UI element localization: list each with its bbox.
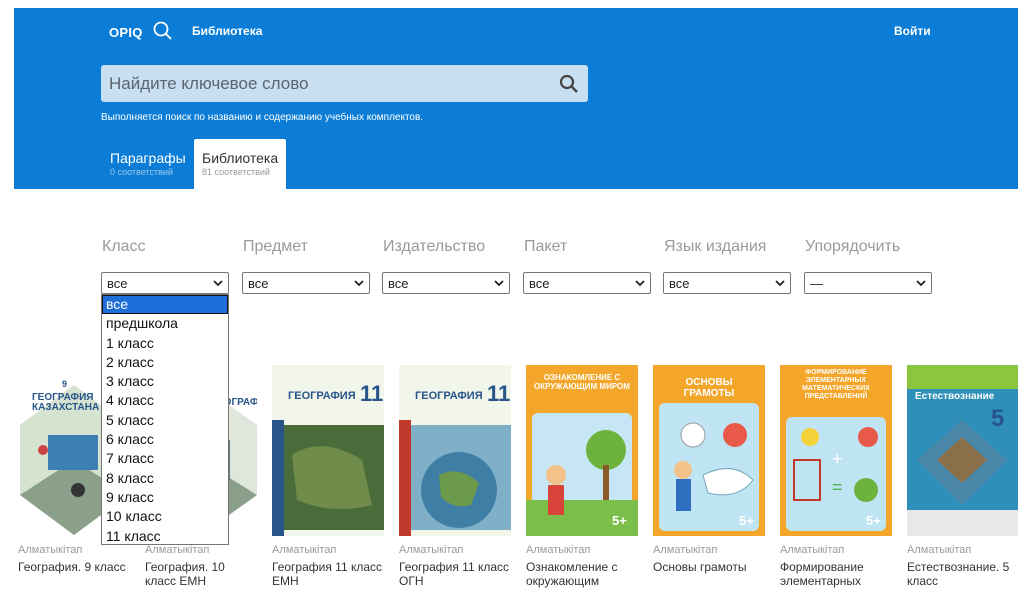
book-card[interactable]: ОЗНАКОМЛЕНИЕ С ОКРУЖАЮЩИМ МИРОМ 5+ Алмат… bbox=[526, 365, 638, 588]
filter-label-package: Пакет bbox=[524, 238, 568, 255]
filter-label-class: Класс bbox=[102, 238, 146, 255]
dropdown-option[interactable]: 9 класс bbox=[102, 488, 228, 507]
cover-badge: 5+ bbox=[612, 513, 627, 528]
book-card[interactable]: ГЕОГРАФИЯ 11 Алматыкітап География 11 кл… bbox=[399, 365, 511, 588]
dropdown-option[interactable]: все bbox=[102, 295, 228, 315]
cover-title: ОСНОВЫ ГРАМОТЫ bbox=[683, 377, 735, 399]
book-cover[interactable]: ГЕОГРАФИЯ 11 bbox=[272, 365, 384, 536]
dropdown-option[interactable]: 10 класс bbox=[102, 507, 228, 526]
sort-select[interactable]: — bbox=[804, 272, 932, 294]
book-cover[interactable]: Естествознание 5 bbox=[907, 365, 1018, 536]
package-select[interactable]: все bbox=[523, 272, 651, 294]
tab-count: 0 соответствий bbox=[110, 167, 173, 177]
filter-label-sort: Упорядочить bbox=[805, 238, 901, 255]
book-title[interactable]: География. 9 класс bbox=[18, 560, 130, 574]
book-cover[interactable]: ОСНОВЫ ГРАМОТЫ 5+ bbox=[653, 365, 765, 536]
cover-title: ГЕОГРАФИЯ bbox=[288, 390, 356, 402]
dropdown-option[interactable]: 4 класс bbox=[102, 391, 228, 410]
book-cover[interactable]: ГЕОГРАФИЯ 11 bbox=[399, 365, 511, 536]
class-dropdown-list: все предшкола 1 класс 2 класс 3 класс 4 … bbox=[101, 294, 229, 545]
cover-title: ГЕОГРАФИЯ bbox=[415, 390, 483, 402]
tab-count: 81 соответствий bbox=[202, 167, 270, 177]
chevron-down-icon bbox=[213, 280, 223, 287]
book-publisher: Алматыкітап bbox=[399, 544, 464, 556]
cover-badge: 11 bbox=[360, 381, 384, 406]
book-publisher: Алматыкітап bbox=[526, 544, 591, 556]
svg-text:+: + bbox=[832, 449, 843, 469]
nav-library-link[interactable]: Библиотека bbox=[192, 24, 262, 38]
book-title[interactable]: География. 10 класс ЕМН bbox=[145, 560, 257, 588]
search-hint: Выполняется поиск по названию и содержан… bbox=[101, 112, 424, 123]
select-value: все bbox=[107, 276, 128, 291]
book-card[interactable]: ОСНОВЫ ГРАМОТЫ 5+ Алматыкітап Основы гра… bbox=[653, 365, 765, 574]
chevron-down-icon bbox=[494, 280, 504, 287]
book-title[interactable]: Ознакомление с окружающим bbox=[526, 560, 638, 588]
book-publisher: Алматыкітап bbox=[653, 544, 718, 556]
search-input[interactable] bbox=[109, 65, 549, 102]
dropdown-option[interactable]: 6 класс bbox=[102, 430, 228, 449]
book-title[interactable]: Основы грамоты bbox=[653, 560, 765, 574]
cover-badge: 5+ bbox=[739, 513, 754, 528]
book-publisher: Алматыкітап bbox=[907, 544, 972, 556]
book-title[interactable]: География 11 класс ОГН bbox=[399, 560, 511, 588]
book-cover[interactable]: + = ФОРМИРОВАНИЕ ЭЛЕМЕНТАРНЫХ МАТЕМАТИЧЕ… bbox=[780, 365, 892, 536]
subject-select[interactable]: все bbox=[242, 272, 370, 294]
book-publisher: Алматыкітап bbox=[780, 544, 845, 556]
filter-label-subject: Предмет bbox=[243, 238, 308, 255]
select-value: все bbox=[529, 276, 550, 291]
top-header: ОРІQ Библиотека Войти Выполняется поиск … bbox=[14, 8, 1018, 189]
select-value: все bbox=[248, 276, 269, 291]
book-title[interactable]: География 11 класс ЕМН bbox=[272, 560, 384, 588]
class-select[interactable]: все bbox=[101, 272, 229, 294]
cover-title: Естествознание bbox=[915, 391, 995, 402]
tab-library[interactable]: Библиотека 81 соответствий bbox=[194, 139, 287, 189]
dropdown-option[interactable]: 8 класс bbox=[102, 469, 228, 488]
cover-badge: 5 bbox=[991, 405, 1005, 432]
book-publisher: Алматыкітап bbox=[272, 544, 337, 556]
chevron-down-icon bbox=[635, 280, 645, 287]
login-button[interactable]: Войти bbox=[894, 24, 931, 38]
dropdown-option[interactable]: 2 класс bbox=[102, 353, 228, 372]
select-value: все bbox=[669, 276, 690, 291]
language-select[interactable]: все bbox=[663, 272, 791, 294]
cover-title: ОЗНАКОМЛЕНИЕ С ОКРУЖАЮЩИМ МИРОМ bbox=[534, 373, 630, 391]
dropdown-option[interactable]: 1 класс bbox=[102, 334, 228, 353]
tab-label: Библиотека bbox=[202, 150, 279, 166]
chevron-down-icon bbox=[354, 280, 364, 287]
svg-text:=: = bbox=[832, 477, 843, 497]
search-icon[interactable] bbox=[152, 20, 174, 42]
book-card[interactable]: ГЕОГРАФИЯ 11 Алматыкітап География 11 кл… bbox=[272, 365, 384, 588]
book-title[interactable]: Формирование элементарных bbox=[780, 560, 892, 588]
filter-label-language: Язык издания bbox=[664, 238, 767, 255]
tab-label: Параграфы bbox=[110, 150, 186, 166]
search-box bbox=[101, 65, 588, 102]
book-title[interactable]: Естествознание. 5 класс bbox=[907, 560, 1018, 588]
chevron-down-icon bbox=[775, 280, 785, 287]
book-cover[interactable]: ОЗНАКОМЛЕНИЕ С ОКРУЖАЮЩИМ МИРОМ 5+ bbox=[526, 365, 638, 536]
dropdown-option[interactable]: 7 класс bbox=[102, 449, 228, 468]
cover-badge: 11 bbox=[487, 381, 511, 406]
cover-badge: 9 bbox=[62, 379, 68, 389]
dropdown-option[interactable]: предшкола bbox=[102, 314, 228, 333]
dropdown-option[interactable]: 3 класс bbox=[102, 372, 228, 391]
select-value: все bbox=[388, 276, 409, 291]
chevron-down-icon bbox=[916, 280, 926, 287]
dropdown-option[interactable]: 5 класс bbox=[102, 411, 228, 430]
book-card[interactable]: Естествознание 5 Алматыкітап Естествозна… bbox=[907, 365, 1018, 588]
filter-label-publisher: Издательство bbox=[383, 238, 486, 255]
search-submit-icon[interactable] bbox=[558, 73, 580, 95]
dropdown-option[interactable]: 11 класс bbox=[102, 527, 228, 546]
tab-paragraphs[interactable]: Параграфы 0 соответствий bbox=[102, 139, 194, 189]
publisher-select[interactable]: все bbox=[382, 272, 510, 294]
book-card[interactable]: + = ФОРМИРОВАНИЕ ЭЛЕМЕНТАРНЫХ МАТЕМАТИЧЕ… bbox=[780, 365, 892, 588]
logo[interactable]: ОРІQ bbox=[109, 25, 143, 40]
cover-title: ФОРМИРОВАНИЕ ЭЛЕМЕНТАРНЫХ МАТЕМАТИЧЕСКИХ… bbox=[802, 369, 870, 400]
cover-badge: 5+ bbox=[866, 513, 881, 528]
select-value: — bbox=[810, 276, 823, 291]
